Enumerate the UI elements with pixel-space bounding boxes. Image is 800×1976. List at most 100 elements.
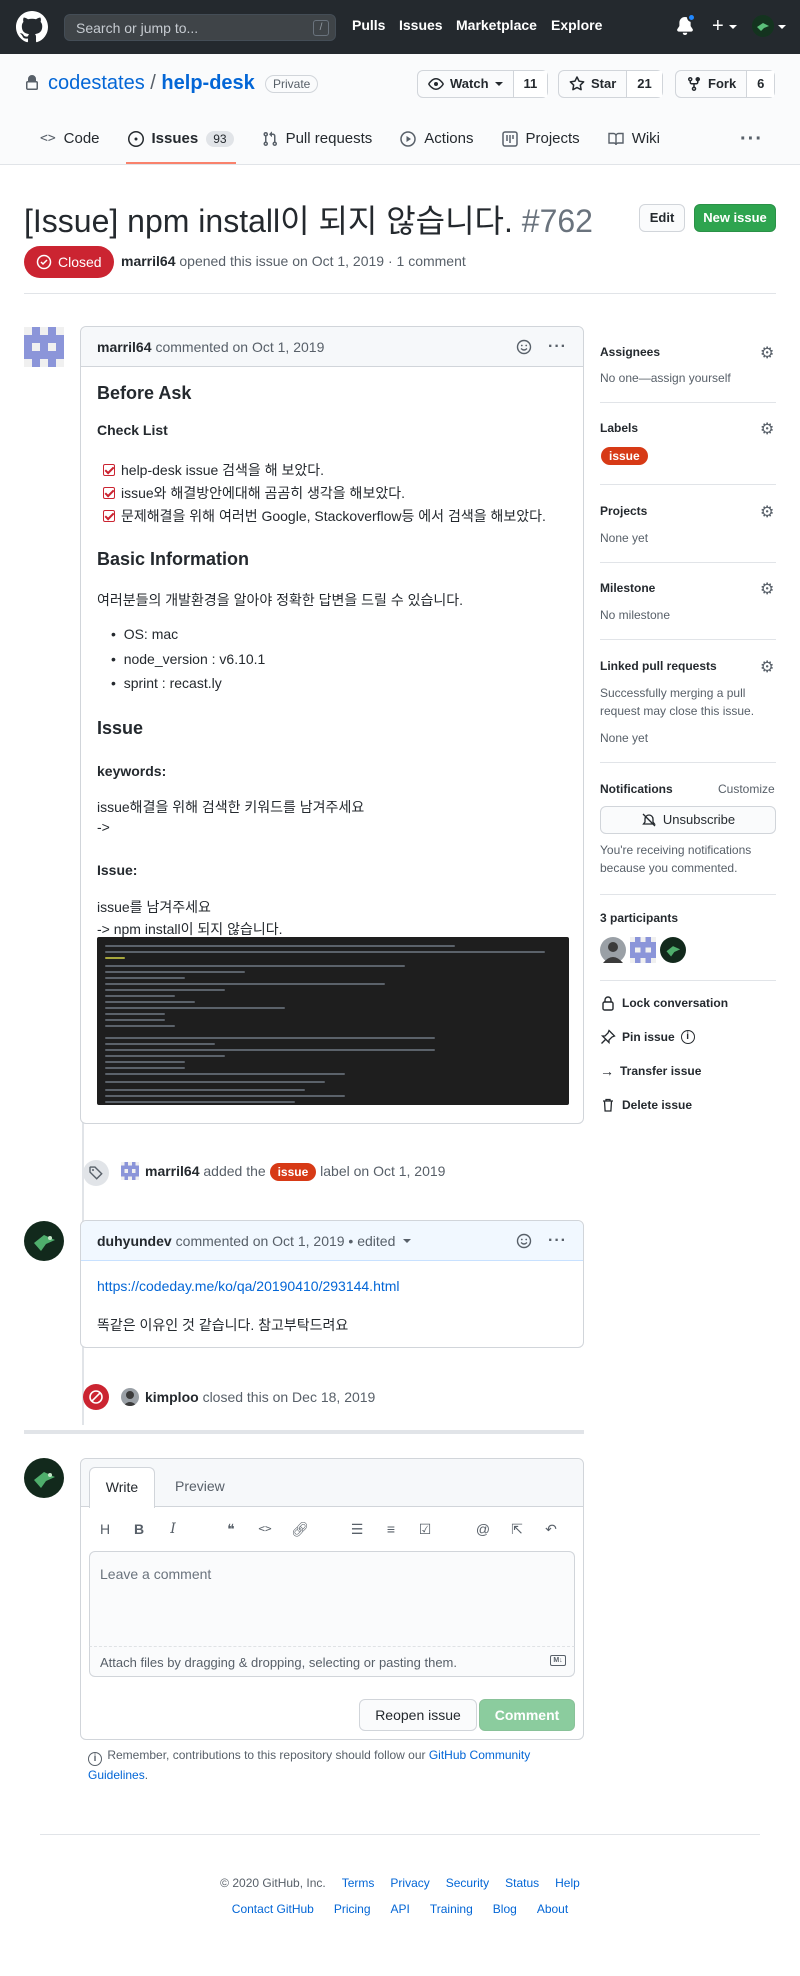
plus-icon[interactable]: + (712, 16, 724, 36)
gear-icon[interactable]: ⚙ (760, 419, 774, 439)
terminal-screenshot-image[interactable] (97, 937, 569, 1105)
comment-author-link[interactable]: duhyundev (97, 1233, 172, 1249)
repo-name-link[interactable]: help-desk (161, 72, 254, 94)
gear-icon[interactable]: ⚙ (760, 343, 774, 363)
author-avatar-small[interactable] (121, 1162, 139, 1180)
smiley-icon[interactable] (516, 339, 532, 355)
footer-link-help[interactable]: Help (555, 1876, 580, 1890)
smiley-icon[interactable] (516, 1233, 532, 1249)
nav-marketplace[interactable]: Marketplace (456, 17, 537, 33)
info-icon[interactable]: i (680, 1030, 695, 1044)
customize-link[interactable]: Customize (718, 782, 775, 796)
heading-icon[interactable]: H (97, 1521, 113, 1537)
slash-key-hint: / (313, 20, 329, 36)
chevron-down-icon[interactable] (403, 1238, 412, 1243)
search-input[interactable]: Search or jump to... / (64, 14, 336, 41)
attach-area[interactable]: Attach files by dragging & dropping, sel… (89, 1647, 575, 1677)
code-icon[interactable]: <> (257, 1521, 273, 1537)
tab-pull-requests[interactable]: Pull requests (248, 124, 387, 153)
user-avatar[interactable] (24, 1458, 64, 1498)
watch-count[interactable]: 11 (512, 71, 548, 97)
participant-avatar[interactable] (630, 937, 656, 963)
nav-issues[interactable]: Issues (399, 17, 443, 33)
gear-icon[interactable]: ⚙ (760, 579, 774, 599)
footer-link-about[interactable]: About (537, 1902, 568, 1916)
sidebar-assignees-heading[interactable]: Assignees (600, 345, 660, 359)
new-issue-button[interactable]: New issue (694, 204, 776, 232)
sidebar-labels-heading[interactable]: Labels (600, 421, 638, 435)
issue-label-badge[interactable]: issue (269, 1163, 317, 1181)
footer-link-privacy[interactable]: Privacy (390, 1876, 429, 1890)
footer-link-contact[interactable]: Contact GitHub (232, 1902, 314, 1916)
edit-button[interactable]: Edit (639, 204, 685, 232)
kebab-horizontal-icon[interactable]: ··· (548, 1232, 567, 1250)
fork-count[interactable]: 6 (746, 71, 775, 97)
reply-icon[interactable]: ↶ (543, 1521, 559, 1537)
pin-issue-button[interactable]: Pin issue i (600, 1029, 695, 1045)
star-button-group[interactable]: Star 21 (558, 70, 663, 98)
transfer-issue-button[interactable]: → Transfer issue (600, 1063, 701, 1079)
tab-projects[interactable]: Projects (488, 124, 594, 153)
author-avatar-small[interactable] (121, 1388, 139, 1406)
star-button[interactable]: Star (559, 71, 626, 97)
star-count[interactable]: 21 (626, 71, 662, 97)
fork-button[interactable]: Fork (676, 71, 746, 97)
participant-avatar[interactable] (600, 937, 626, 963)
italic-icon[interactable]: I (165, 1521, 181, 1537)
comment-author-link[interactable]: marril64 (97, 339, 151, 355)
author-avatar[interactable] (24, 327, 64, 367)
participant-avatar[interactable] (660, 937, 686, 963)
footer-link-training[interactable]: Training (430, 1902, 473, 1916)
more-icon[interactable]: ··· (740, 128, 763, 151)
quote-icon[interactable]: ❝ (223, 1521, 239, 1537)
tab-code[interactable]: <> Code (26, 124, 114, 153)
watch-button-group[interactable]: Watch 11 (417, 70, 549, 98)
comment-button[interactable]: Comment (479, 1699, 575, 1731)
nav-pulls[interactable]: Pulls (352, 17, 385, 33)
gear-icon[interactable]: ⚙ (760, 657, 774, 677)
repo-owner-link[interactable]: codestates (48, 72, 145, 94)
write-tab[interactable]: Write (89, 1467, 155, 1508)
delete-issue-button[interactable]: Delete issue (600, 1097, 692, 1113)
footer-link-security[interactable]: Security (446, 1876, 489, 1890)
tab-wiki[interactable]: Wiki (594, 124, 674, 153)
footer-link-api[interactable]: API (391, 1902, 410, 1916)
footer-link-blog[interactable]: Blog (493, 1902, 517, 1916)
cross-reference-icon[interactable]: ⇱ (509, 1521, 525, 1537)
sidebar-milestone-heading[interactable]: Milestone (600, 581, 655, 595)
user-avatar[interactable] (752, 15, 774, 37)
unsubscribe-button[interactable]: Unsubscribe (600, 806, 776, 834)
event-author-link[interactable]: marril64 (145, 1163, 199, 1179)
sidebar-linked-prs-heading[interactable]: Linked pull requests (600, 659, 717, 673)
link-icon[interactable]: 🔗︎ (291, 1521, 309, 1537)
task-list-icon[interactable]: ☑ (417, 1521, 433, 1537)
tab-actions[interactable]: Actions (386, 124, 487, 153)
mention-icon[interactable]: @ (475, 1521, 491, 1537)
lock-conversation-button[interactable]: Lock conversation (600, 995, 728, 1011)
watch-button[interactable]: Watch (418, 71, 513, 97)
comment-textarea[interactable]: Leave a comment (89, 1551, 575, 1647)
github-logo-icon[interactable] (16, 11, 48, 43)
reopen-issue-button[interactable]: Reopen issue (359, 1699, 477, 1731)
preview-tab[interactable]: Preview (175, 1478, 225, 1494)
issue-label-badge[interactable]: issue (601, 447, 648, 465)
author-avatar[interactable] (24, 1221, 64, 1261)
fork-button-group[interactable]: Fork 6 (675, 70, 776, 98)
comment-link[interactable]: https://codeday.me/ko/qa/20190410/293144… (97, 1278, 400, 1294)
tab-issues[interactable]: Issues 93 (114, 124, 248, 153)
nav-explore[interactable]: Explore (551, 17, 602, 33)
bold-icon[interactable]: B (131, 1521, 147, 1537)
issue-closed-icon (36, 254, 52, 270)
ordered-list-icon[interactable]: ≡ (383, 1521, 399, 1537)
sidebar-assignees-value[interactable]: No one—assign yourself (600, 371, 731, 385)
sidebar-projects-heading[interactable]: Projects (600, 504, 647, 518)
kebab-horizontal-icon[interactable]: ··· (548, 338, 567, 356)
footer-link-terms[interactable]: Terms (342, 1876, 375, 1890)
footer-link-pricing[interactable]: Pricing (334, 1902, 371, 1916)
event-author-link[interactable]: kimploo (145, 1389, 199, 1405)
markdown-icon[interactable]: M↓ (550, 1655, 566, 1666)
gear-icon[interactable]: ⚙ (760, 502, 774, 522)
unordered-list-icon[interactable]: ☰ (349, 1521, 365, 1537)
footer-link-status[interactable]: Status (505, 1876, 539, 1890)
issue-author-link[interactable]: marril64 (121, 253, 175, 269)
